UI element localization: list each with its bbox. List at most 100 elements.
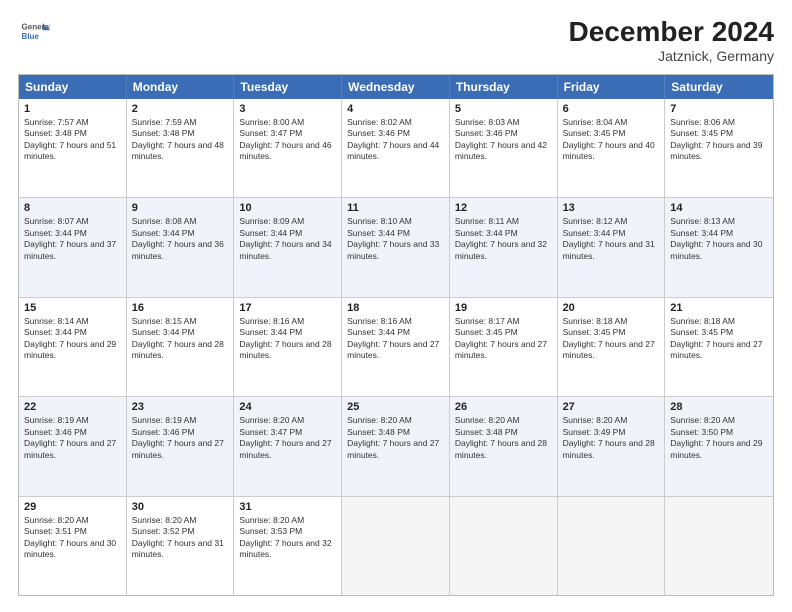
calendar: SundayMondayTuesdayWednesdayThursdayFrid… xyxy=(18,74,774,596)
day-cell-27: 27 Sunrise: 8:20 AMSunset: 3:49 PMDayligh… xyxy=(558,397,666,495)
day-cell-17: 17Sunrise: 8:16 AMSunset: 3:44 PMDayligh… xyxy=(234,298,342,396)
calendar-week-1: 1Sunrise: 7:57 AMSunset: 3:48 PMDaylight… xyxy=(19,99,773,197)
day-cell-10: 10 Sunrise: 8:09 AMSunset: 3:44 PMDayligh… xyxy=(234,198,342,296)
day-cell-28: 28 Sunrise: 8:20 AMSunset: 3:50 PMDayligh… xyxy=(665,397,773,495)
day-detail: Sunrise: 8:06 AMSunset: 3:45 PMDaylight:… xyxy=(670,117,768,163)
day-number: 24 xyxy=(239,401,336,413)
header-day: Sunday xyxy=(19,75,127,99)
header-day: Monday xyxy=(127,75,235,99)
day-detail: Sunrise: 8:00 AMSunset: 3:47 PMDaylight:… xyxy=(239,117,336,163)
calendar-week-2: 8 Sunrise: 8:07 AMSunset: 3:44 PMDaylight… xyxy=(19,197,773,296)
day-detail: Sunrise: 7:59 AMSunset: 3:48 PMDaylight:… xyxy=(132,117,229,163)
day-number: 7 xyxy=(670,103,768,115)
header-day: Saturday xyxy=(665,75,773,99)
day-cell-29: 29 Sunrise: 8:20 AMSunset: 3:51 PMDayligh… xyxy=(19,497,127,595)
day-number: 27 xyxy=(563,401,660,413)
day-number: 23 xyxy=(132,401,229,413)
day-detail: Sunrise: 8:18 AMSunset: 3:45 PMDaylight:… xyxy=(563,316,660,362)
calendar-body: 1Sunrise: 7:57 AMSunset: 3:48 PMDaylight… xyxy=(19,99,773,595)
logo: General Blue xyxy=(18,16,50,48)
day-number: 18 xyxy=(347,302,444,314)
header-day: Wednesday xyxy=(342,75,450,99)
page-title: December 2024 xyxy=(569,16,774,48)
day-number: 20 xyxy=(563,302,660,314)
logo-icon: General Blue xyxy=(18,16,50,48)
day-number: 8 xyxy=(24,202,121,214)
day-number: 16 xyxy=(132,302,229,314)
day-cell-19: 19 Sunrise: 8:17 AMSunset: 3:45 PMDayligh… xyxy=(450,298,558,396)
calendar-header: SundayMondayTuesdayWednesdayThursdayFrid… xyxy=(19,75,773,99)
day-detail: Sunrise: 8:20 AMSunset: 3:47 PMDaylight:… xyxy=(239,415,336,461)
day-number: 19 xyxy=(455,302,552,314)
empty-cell xyxy=(342,497,450,595)
day-cell-7: 7 Sunrise: 8:06 AMSunset: 3:45 PMDaylight… xyxy=(665,99,773,197)
day-number: 5 xyxy=(455,103,552,115)
day-detail: Sunrise: 8:17 AMSunset: 3:45 PMDaylight:… xyxy=(455,316,552,362)
day-detail: Sunrise: 8:19 AMSunset: 3:46 PMDaylight:… xyxy=(132,415,229,461)
day-cell-15: 15 Sunrise: 8:14 AMSunset: 3:44 PMDayligh… xyxy=(19,298,127,396)
day-cell-21: 21Sunrise: 8:18 AMSunset: 3:45 PMDayligh… xyxy=(665,298,773,396)
day-cell-11: 11Sunrise: 8:10 AMSunset: 3:44 PMDayligh… xyxy=(342,198,450,296)
page-header: General Blue December 2024 Jatznick, Ger… xyxy=(18,16,774,64)
day-number: 29 xyxy=(24,501,121,513)
day-number: 15 xyxy=(24,302,121,314)
day-cell-14: 14 Sunrise: 8:13 AMSunset: 3:44 PMDayligh… xyxy=(665,198,773,296)
day-cell-24: 24 Sunrise: 8:20 AMSunset: 3:47 PMDayligh… xyxy=(234,397,342,495)
day-detail: Sunrise: 8:19 AMSunset: 3:46 PMDaylight:… xyxy=(24,415,121,461)
day-cell-18: 18 Sunrise: 8:16 AMSunset: 3:44 PMDayligh… xyxy=(342,298,450,396)
day-detail: Sunrise: 8:10 AMSunset: 3:44 PMDaylight:… xyxy=(347,216,444,262)
header-day: Friday xyxy=(558,75,666,99)
day-number: 3 xyxy=(239,103,336,115)
day-detail: Sunrise: 8:09 AMSunset: 3:44 PMDaylight:… xyxy=(239,216,336,262)
day-cell-5: 5 Sunrise: 8:03 AMSunset: 3:46 PMDaylight… xyxy=(450,99,558,197)
day-number: 25 xyxy=(347,401,444,413)
day-number: 26 xyxy=(455,401,552,413)
day-detail: Sunrise: 8:07 AMSunset: 3:44 PMDaylight:… xyxy=(24,216,121,262)
empty-cell xyxy=(665,497,773,595)
day-detail: Sunrise: 8:15 AMSunset: 3:44 PMDaylight:… xyxy=(132,316,229,362)
day-detail: Sunrise: 8:04 AMSunset: 3:45 PMDaylight:… xyxy=(563,117,660,163)
day-detail: Sunrise: 8:14 AMSunset: 3:44 PMDaylight:… xyxy=(24,316,121,362)
day-number: 4 xyxy=(347,103,444,115)
day-number: 31 xyxy=(239,501,336,513)
page-subtitle: Jatznick, Germany xyxy=(569,48,774,64)
day-detail: Sunrise: 8:08 AMSunset: 3:44 PMDaylight:… xyxy=(132,216,229,262)
day-number: 22 xyxy=(24,401,121,413)
day-number: 13 xyxy=(563,202,660,214)
day-number: 2 xyxy=(132,103,229,115)
day-detail: Sunrise: 8:16 AMSunset: 3:44 PMDaylight:… xyxy=(347,316,444,362)
empty-cell xyxy=(558,497,666,595)
day-cell-2: 2 Sunrise: 7:59 AMSunset: 3:48 PMDaylight… xyxy=(127,99,235,197)
day-cell-8: 8 Sunrise: 8:07 AMSunset: 3:44 PMDaylight… xyxy=(19,198,127,296)
calendar-week-3: 15 Sunrise: 8:14 AMSunset: 3:44 PMDayligh… xyxy=(19,297,773,396)
day-number: 6 xyxy=(563,103,660,115)
day-detail: Sunrise: 8:20 AMSunset: 3:51 PMDaylight:… xyxy=(24,515,121,561)
day-number: 28 xyxy=(670,401,768,413)
calendar-page: General Blue December 2024 Jatznick, Ger… xyxy=(0,0,792,612)
day-cell-31: 31Sunrise: 8:20 AMSunset: 3:53 PMDayligh… xyxy=(234,497,342,595)
day-detail: Sunrise: 8:11 AMSunset: 3:44 PMDaylight:… xyxy=(455,216,552,262)
day-cell-1: 1Sunrise: 7:57 AMSunset: 3:48 PMDaylight… xyxy=(19,99,127,197)
day-detail: Sunrise: 8:20 AMSunset: 3:49 PMDaylight:… xyxy=(563,415,660,461)
day-number: 17 xyxy=(239,302,336,314)
header-day: Tuesday xyxy=(234,75,342,99)
day-cell-13: 13 Sunrise: 8:12 AMSunset: 3:44 PMDayligh… xyxy=(558,198,666,296)
day-cell-22: 22 Sunrise: 8:19 AMSunset: 3:46 PMDayligh… xyxy=(19,397,127,495)
day-cell-30: 30Sunrise: 8:20 AMSunset: 3:52 PMDayligh… xyxy=(127,497,235,595)
day-number: 12 xyxy=(455,202,552,214)
calendar-week-4: 22 Sunrise: 8:19 AMSunset: 3:46 PMDayligh… xyxy=(19,396,773,495)
day-cell-12: 12 Sunrise: 8:11 AMSunset: 3:44 PMDayligh… xyxy=(450,198,558,296)
day-number: 14 xyxy=(670,202,768,214)
day-detail: Sunrise: 8:12 AMSunset: 3:44 PMDaylight:… xyxy=(563,216,660,262)
day-cell-23: 23 Sunrise: 8:19 AMSunset: 3:46 PMDayligh… xyxy=(127,397,235,495)
day-detail: Sunrise: 8:20 AMSunset: 3:50 PMDaylight:… xyxy=(670,415,768,461)
day-detail: Sunrise: 8:03 AMSunset: 3:46 PMDaylight:… xyxy=(455,117,552,163)
day-cell-16: 16 Sunrise: 8:15 AMSunset: 3:44 PMDayligh… xyxy=(127,298,235,396)
day-number: 10 xyxy=(239,202,336,214)
empty-cell xyxy=(450,497,558,595)
day-cell-9: 9Sunrise: 8:08 AMSunset: 3:44 PMDaylight… xyxy=(127,198,235,296)
day-detail: Sunrise: 8:20 AMSunset: 3:48 PMDaylight:… xyxy=(455,415,552,461)
day-number: 1 xyxy=(24,103,121,115)
day-detail: Sunrise: 8:13 AMSunset: 3:44 PMDaylight:… xyxy=(670,216,768,262)
day-number: 21 xyxy=(670,302,768,314)
